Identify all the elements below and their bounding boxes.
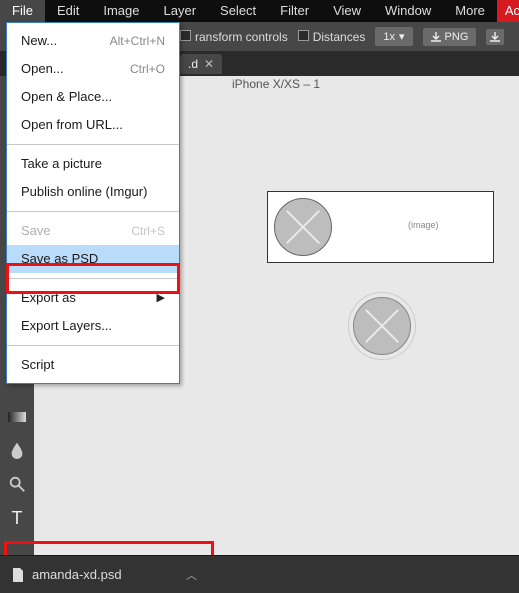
menu-separator [7,144,179,145]
status-bar: amanda-xd.psd ︿ [0,555,519,593]
chevron-down-icon: ▾ [399,30,405,43]
chevron-up-icon[interactable]: ︿ [186,567,197,583]
document-tab[interactable]: .d ✕ [180,54,222,74]
distances-label: Distances [298,30,366,44]
menu-image[interactable]: Image [91,0,151,22]
menu-bar: File Edit Image Layer Select Filter View… [0,0,519,22]
artboard-card[interactable]: (image) [267,191,494,263]
menu-view[interactable]: View [321,0,373,22]
shortcut-label: Alt+Ctrl+N [110,32,165,50]
artboard-name[interactable]: iPhone X/XS – 1 [232,77,320,91]
type-tool[interactable]: T [7,508,27,528]
image-placeholder-icon[interactable] [353,297,411,355]
transform-controls-label: ransform controls [180,30,288,44]
menu-window[interactable]: Window [373,0,443,22]
account-button[interactable]: Account [497,0,519,22]
zoom-level-dropdown[interactable]: 1x▾ [375,27,412,46]
menu-publish-imgur[interactable]: Publish online (Imgur) [7,178,179,206]
type-icon: T [12,508,23,529]
menu-save-as-psd[interactable]: Save as PSD [7,245,179,273]
download-icon [490,32,500,42]
shortcut-label: Ctrl+S [131,222,165,240]
zoom-tool[interactable] [7,474,27,494]
menu-file[interactable]: File [0,0,45,22]
menu-layer[interactable]: Layer [152,0,209,22]
close-tab-icon[interactable]: ✕ [204,57,214,71]
bucket-tool[interactable] [7,440,27,460]
status-filename[interactable]: amanda-xd.psd [32,567,122,582]
menu-script[interactable]: Script [7,351,179,379]
distances-checkbox[interactable] [298,30,309,41]
export-png-button[interactable]: PNG [423,28,477,46]
menu-edit[interactable]: Edit [45,0,91,22]
magnifier-icon [8,475,26,493]
document-tab-label: .d [188,57,198,71]
document-icon [12,568,24,582]
chevron-right-icon: ▶ [157,289,165,307]
shortcut-label: Ctrl+O [130,60,165,78]
transform-controls-checkbox[interactable] [180,30,191,41]
gradient-tool[interactable] [7,406,27,426]
download-icon [431,32,441,42]
menu-separator [7,211,179,212]
menu-filter[interactable]: Filter [268,0,321,22]
menu-export-as[interactable]: Export as▶ [7,284,179,312]
menu-export-layers[interactable]: Export Layers... [7,312,179,340]
menu-save: SaveCtrl+S [7,217,179,245]
menu-select[interactable]: Select [208,0,268,22]
gradient-icon [7,406,27,426]
droplet-icon [8,441,26,459]
menu-take-picture[interactable]: Take a picture [7,150,179,178]
file-menu-dropdown: New...Alt+Ctrl+N Open...Ctrl+O Open & Pl… [6,22,180,384]
menu-separator [7,345,179,346]
menu-open[interactable]: Open...Ctrl+O [7,55,179,83]
image-placeholder-label: (image) [408,220,439,230]
menu-new[interactable]: New...Alt+Ctrl+N [7,27,179,55]
image-placeholder-icon [274,198,332,256]
export-more-button[interactable] [486,29,504,45]
menu-separator [7,278,179,279]
menu-open-url[interactable]: Open from URL... [7,111,179,139]
menu-open-place[interactable]: Open & Place... [7,83,179,111]
menu-more[interactable]: More [443,0,497,22]
